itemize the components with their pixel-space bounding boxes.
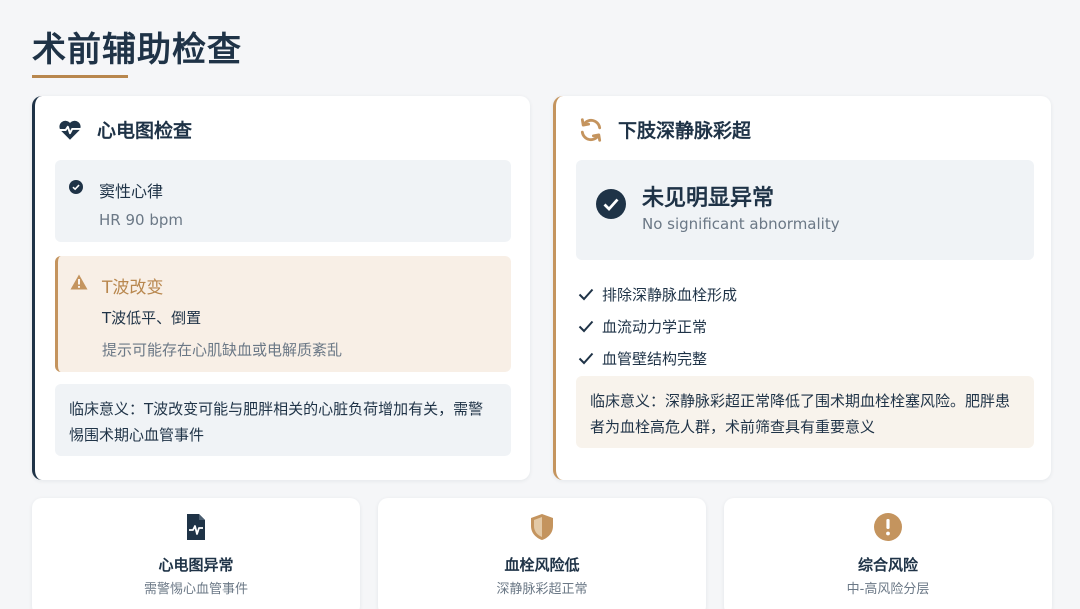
file-waveform-icon	[187, 514, 205, 540]
refresh-arrows-icon	[580, 117, 602, 142]
t-wave-alert-box: T波改变 T波低平、倒置 提示可能存在心肌缺血或电解质紊乱	[55, 256, 511, 372]
page-title: 术前辅助检查	[32, 30, 242, 70]
sinus-rhythm-box: 窦性心律 HR 90 bpm	[55, 160, 511, 242]
dvt-result-main: 未见明显异常	[642, 186, 775, 211]
dvt-clinical-significance: 临床意义：深静脉彩超正常降低了围术期血栓栓塞风险。肥胖患者为血栓高危人群，术前筛…	[576, 376, 1034, 448]
summary-card-thrombosis: 血栓风险低 深静脉彩超正常	[378, 498, 706, 609]
checkmark-icon	[578, 320, 594, 333]
list-item: 血流动力学正常	[578, 310, 737, 342]
summary-card-overall-risk: 综合风险 中-高风险分层	[724, 498, 1052, 609]
t-wave-label: T波改变	[102, 278, 164, 298]
t-wave-finding: T波低平、倒置	[102, 309, 202, 327]
ecg-card: 心电图检查 窦性心律 HR 90 bpm T波改变 T波低平、倒置 提示可能存在…	[32, 96, 530, 480]
title-underline	[32, 75, 128, 78]
summary-title: 综合风险	[857, 556, 918, 574]
dvt-card: 下肢深静脉彩超 未见明显异常 No significant abnormalit…	[553, 96, 1051, 480]
dvt-result-box: 未见明显异常 No significant abnormality	[576, 160, 1034, 260]
heartbeat-icon	[59, 120, 81, 140]
checkmark-icon	[578, 352, 594, 365]
heart-rate-value: HR 90 bpm	[99, 211, 183, 229]
summary-title: 血栓风险低	[504, 556, 580, 574]
shield-icon	[531, 514, 553, 540]
exclamation-circle-icon	[874, 513, 902, 541]
t-wave-note: 提示可能存在心肌缺血或电解质紊乱	[102, 341, 343, 359]
sinus-rhythm-label: 窦性心律	[99, 182, 164, 201]
dvt-card-header: 下肢深静脉彩超	[578, 116, 751, 143]
ecg-card-title: 心电图检查	[97, 120, 193, 142]
check-circle-icon	[69, 180, 83, 194]
finding-text: 血流动力学正常	[602, 317, 708, 336]
dvt-card-title: 下肢深静脉彩超	[618, 120, 752, 142]
list-item: 排除深静脉血栓形成	[578, 278, 737, 310]
list-item: 血管壁结构完整	[578, 342, 737, 374]
summary-subtitle: 需警惕心血管事件	[143, 582, 248, 597]
summary-title: 心电图异常	[158, 556, 234, 574]
finding-text: 排除深静脉血栓形成	[602, 285, 738, 304]
summary-card-ecg: 心电图异常 需警惕心血管事件	[32, 498, 360, 609]
warning-triangle-icon	[70, 274, 88, 290]
finding-text: 血管壁结构完整	[602, 349, 708, 368]
dvt-result-english: No significant abnormality	[642, 215, 840, 233]
ecg-clinical-significance: 临床意义：T波改变可能与肥胖相关的心脏负荷增加有关，需警惕围术期心血管事件	[55, 384, 511, 456]
summary-subtitle: 中-高风险分层	[846, 582, 930, 597]
ecg-card-header: 心电图检查	[57, 116, 192, 143]
dvt-findings-list: 排除深静脉血栓形成 血流动力学正常 血管壁结构完整	[578, 278, 737, 374]
check-circle-icon	[596, 189, 626, 219]
summary-subtitle: 深静脉彩超正常	[496, 582, 588, 597]
checkmark-icon	[578, 288, 594, 301]
